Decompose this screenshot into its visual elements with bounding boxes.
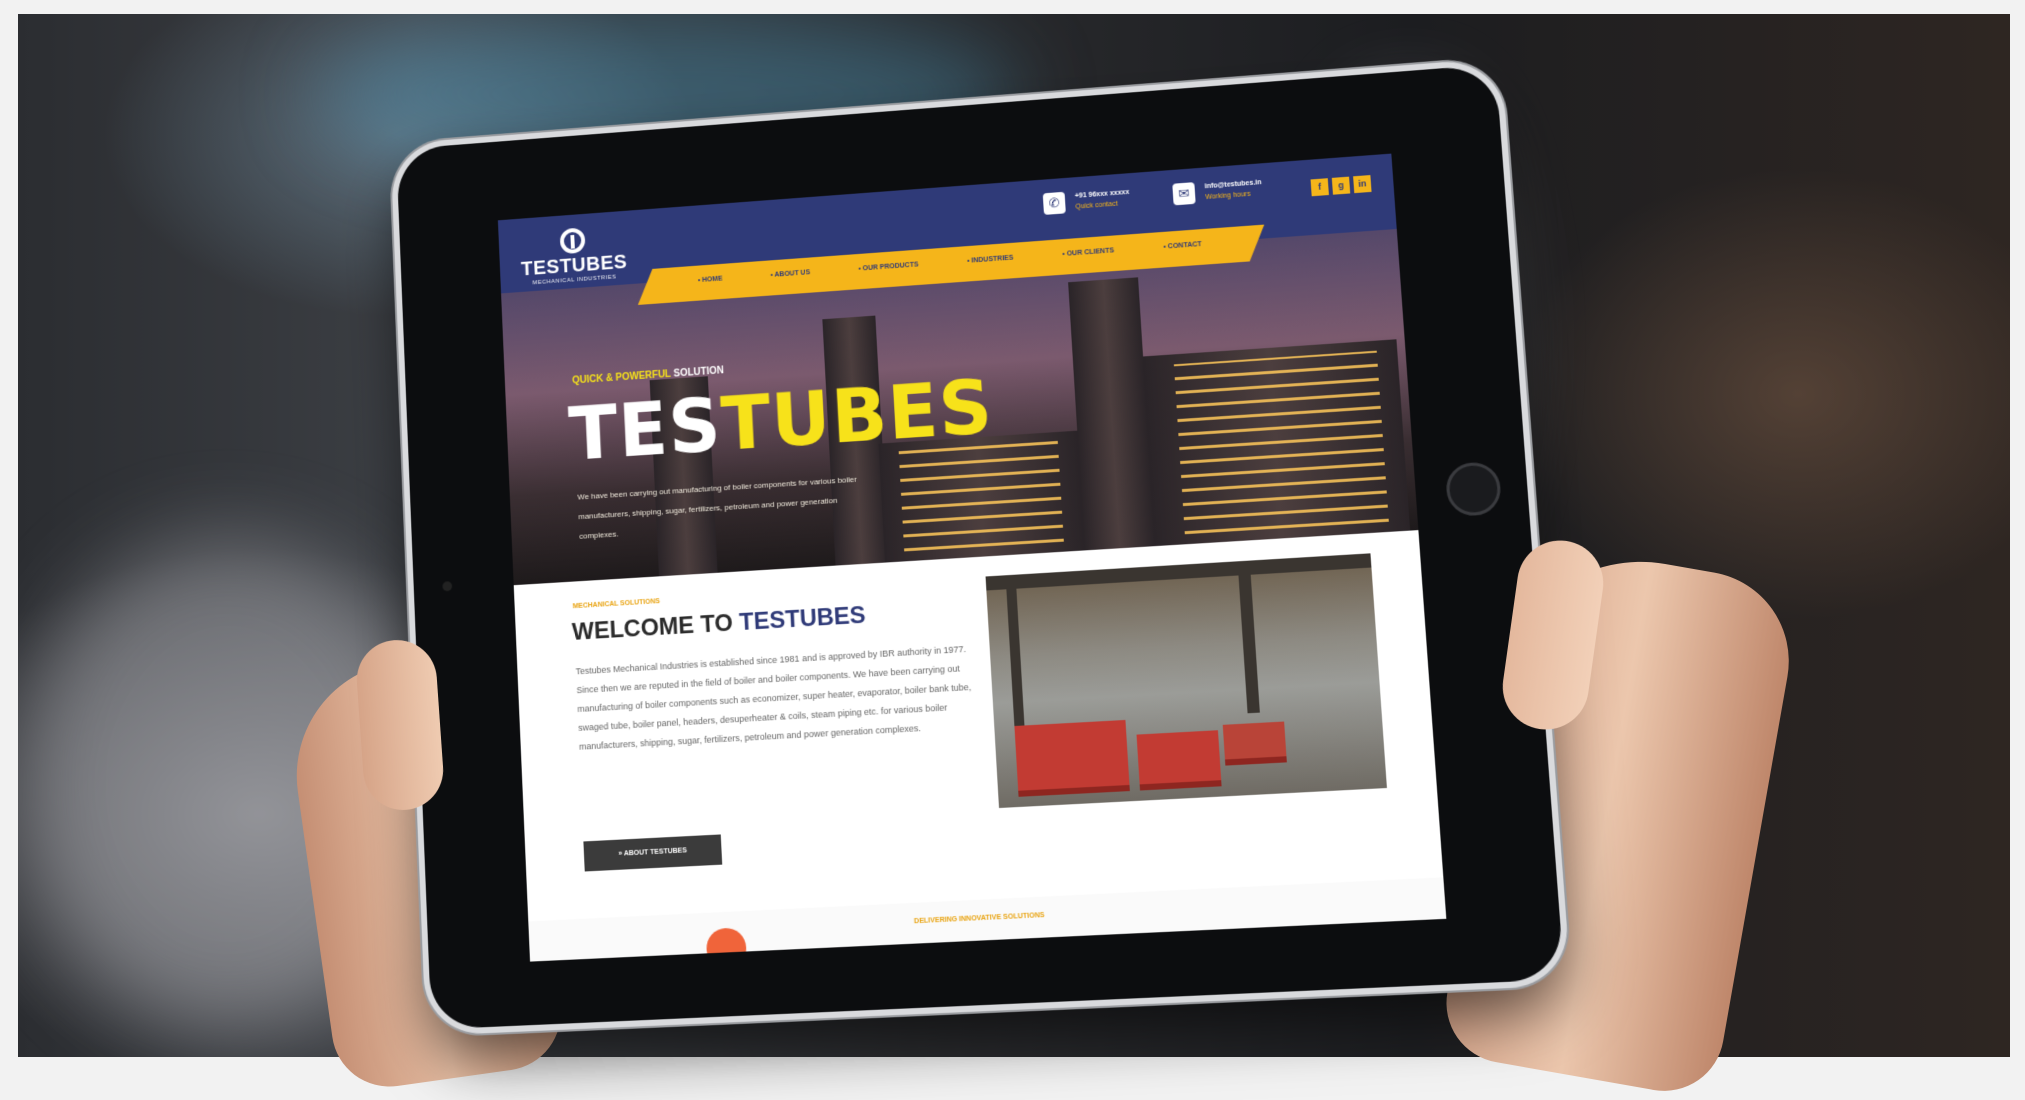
red-crate	[1136, 730, 1222, 791]
social-links: f g in	[1306, 173, 1372, 197]
welcome-title-b: TESTUBES	[738, 601, 867, 637]
hero-tag-rest: SOLUTION	[673, 365, 725, 380]
left-thumb	[354, 637, 446, 813]
tablet-screen: TESTUBES MECHANICAL INDUSTRIES ✆ +91 96x…	[497, 153, 1447, 962]
welcome-tag: MECHANICAL SOLUTIONS	[572, 598, 661, 611]
factory-pillar	[1237, 560, 1260, 714]
phone-contact[interactable]: ✆ +91 96xxx xxxxx Quick contact	[1042, 187, 1131, 215]
welcome-body: Testubes Mechanical Industries is establ…	[575, 643, 972, 752]
email-contact[interactable]: ✉ info@testubes.in Working hours	[1172, 177, 1262, 206]
hero-title-b: TUBES	[719, 364, 996, 468]
linkedin-icon[interactable]: in	[1353, 175, 1372, 194]
red-crate	[1222, 721, 1287, 766]
phone-icon: ✆	[1042, 191, 1066, 215]
welcome-title-a: WELCOME TO	[571, 609, 734, 646]
phone-sub: Quick contact	[1075, 200, 1118, 211]
google-plus-icon[interactable]: g	[1331, 176, 1351, 195]
footer-tagline: DELIVERING INNOVATIVE SOLUTIONS	[913, 911, 1045, 926]
factory-beam	[985, 553, 1372, 591]
email-address: info@testubes.in	[1204, 179, 1262, 191]
red-crate	[1014, 719, 1130, 797]
camera-icon	[442, 581, 453, 592]
factory-pillar	[1005, 574, 1025, 727]
phone-number: +91 96xxx xxxxx	[1074, 188, 1130, 200]
logo-icon	[559, 227, 586, 255]
welcome-title: WELCOME TO TESTUBES	[571, 602, 866, 647]
welcome-section: MECHANICAL SOLUTIONS WELCOME TO TESTUBES…	[513, 530, 1447, 962]
welcome-footer: DELIVERING INNOVATIVE SOLUTIONS	[528, 877, 1447, 962]
factory-photo	[985, 553, 1387, 809]
refinery-lights	[1173, 350, 1389, 535]
hero-description: We have been carrying out manufacturing …	[577, 474, 858, 541]
mail-icon: ✉	[1172, 182, 1196, 206]
email-sub: Working hours	[1205, 190, 1251, 202]
hero-title-a: TES	[567, 383, 724, 478]
tablet: TESTUBES MECHANICAL INDUSTRIES ✆ +91 96x…	[396, 64, 1565, 1030]
home-button[interactable]	[1444, 461, 1503, 518]
facebook-icon[interactable]: f	[1310, 178, 1329, 197]
about-testubes-button[interactable]: » ABOUT TESTUBES	[583, 834, 723, 872]
site-logo[interactable]: TESTUBES MECHANICAL INDUSTRIES	[519, 224, 628, 287]
